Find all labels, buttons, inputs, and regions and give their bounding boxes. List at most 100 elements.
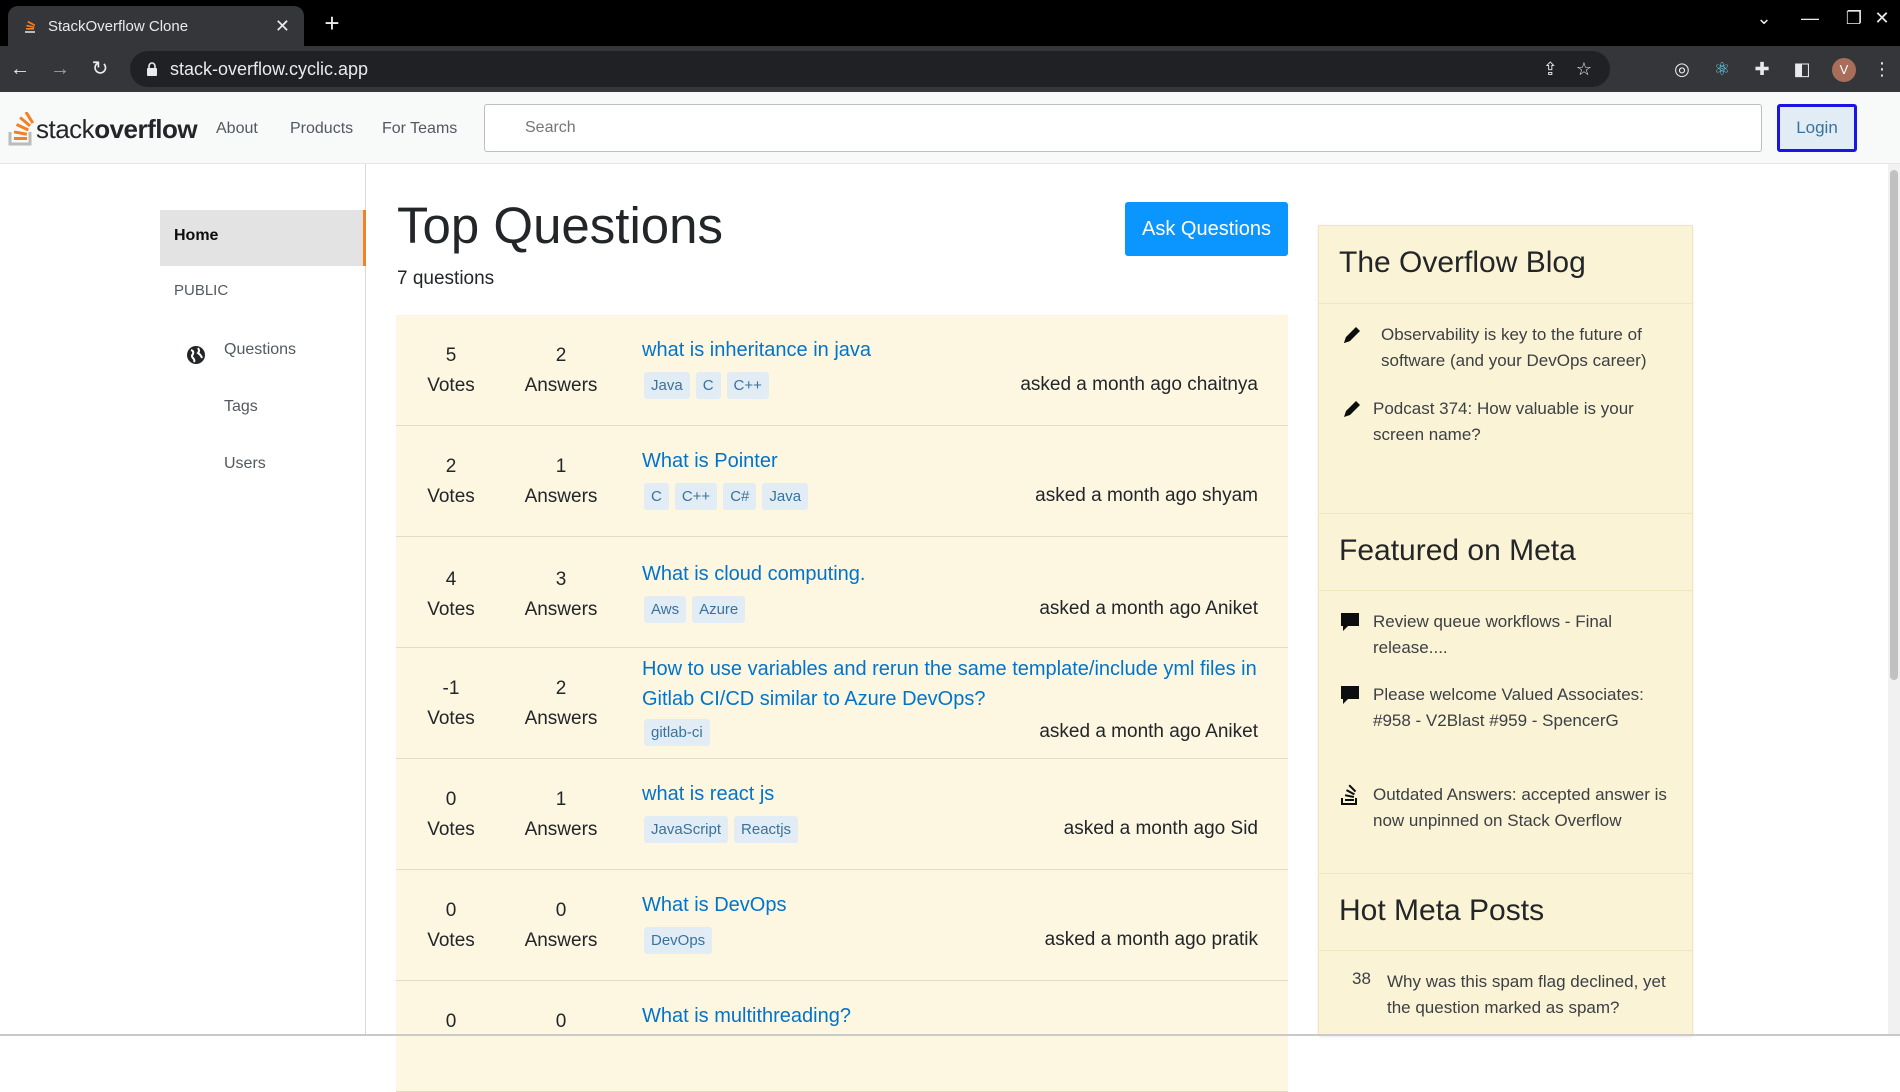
page-scrollbar[interactable]	[1888, 164, 1900, 1036]
answer-stat: 1 Answers	[506, 785, 616, 845]
url-text: stack-overflow.cyclic.app	[170, 58, 369, 79]
stack-exchange-icon	[1341, 784, 1357, 805]
tab-search-icon[interactable]: ⌄	[1744, 8, 1784, 29]
question-title-link[interactable]: What is Pointer	[642, 446, 1282, 476]
extensions-puzzle-icon[interactable]: ✚	[1750, 57, 1774, 81]
nav-for-teams[interactable]: For Teams	[382, 120, 457, 138]
tag-list: JavaScript Reactjs	[644, 816, 799, 843]
asked-info: asked a month ago Sid	[1063, 818, 1258, 839]
tag-list: Aws Azure	[644, 596, 746, 623]
lock-icon	[147, 62, 157, 76]
answer-stat: 2 Answers	[506, 341, 616, 401]
question-title-link[interactable]: what is react js	[642, 779, 1282, 809]
asked-info: asked a month ago Aniket	[1039, 721, 1258, 742]
browser-tab[interactable]: StackOverflow Clone ✕	[8, 6, 304, 46]
vote-count: 4	[445, 569, 457, 590]
vote-count: -1	[442, 678, 460, 699]
vote-label: Votes	[427, 930, 475, 951]
tag[interactable]: C	[644, 483, 669, 510]
answer-stat: 0	[506, 1007, 616, 1037]
tag[interactable]: Java	[644, 372, 690, 399]
question-title-link[interactable]: What is cloud computing.	[642, 559, 1282, 589]
blog-item[interactable]: Podcast 374: How valuable is your screen…	[1339, 396, 1679, 448]
minimize-icon[interactable]: —	[1790, 8, 1830, 29]
page-title: Top Questions	[397, 197, 724, 254]
answer-label: Answers	[524, 375, 598, 396]
hot-post-link[interactable]: Why was this spam flag declined, yet the…	[1387, 969, 1677, 1021]
question-title-link[interactable]: what is inheritance in java	[642, 335, 1282, 365]
sidebar-item-questions[interactable]: Questions	[224, 341, 296, 359]
nav-about[interactable]: About	[216, 120, 258, 138]
tag[interactable]: C#	[723, 483, 757, 510]
browser-toolbar: ← → ↻ stack-overflow.cyclic.app ⇪ ☆ ◎ ⚛ …	[0, 46, 1900, 92]
sidebar-item-tags[interactable]: Tags	[224, 398, 258, 416]
forward-arrow-icon[interactable]: →	[48, 57, 72, 81]
vote-count: 2	[445, 456, 457, 477]
question-row: 2 Votes 1 Answers What is Pointer C C++ …	[396, 426, 1288, 537]
vote-label: Votes	[427, 819, 475, 840]
asked-info: asked a month ago pratik	[1044, 929, 1258, 950]
answer-label: Answers	[524, 599, 598, 620]
tag-list: gitlab-ci	[644, 719, 710, 746]
tag[interactable]: DevOps	[644, 927, 713, 954]
reload-icon[interactable]: ↻	[88, 57, 112, 81]
tag[interactable]: C++	[674, 483, 718, 510]
sidebar-item-users[interactable]: Users	[224, 455, 266, 473]
pencil-icon	[1344, 327, 1360, 343]
login-button[interactable]: Login	[1777, 104, 1857, 152]
tag[interactable]: Reactjs	[734, 816, 799, 843]
scrollbar-thumb[interactable]	[1890, 170, 1898, 680]
vote-count: 5	[445, 345, 457, 366]
blog-item-text: Observability is key to the future of so…	[1381, 325, 1647, 370]
globe-icon	[187, 346, 205, 364]
vote-stat: 0 Votes	[396, 785, 506, 845]
answer-label: Answers	[524, 930, 598, 951]
logo-text-bold: overflow	[94, 113, 198, 144]
nav-products[interactable]: Products	[290, 120, 353, 138]
speech-bubble-icon	[1341, 686, 1359, 704]
vote-label: Votes	[427, 486, 475, 507]
new-tab-button[interactable]: +	[318, 10, 346, 38]
search-input[interactable]	[484, 104, 1762, 152]
tag[interactable]: C	[695, 372, 721, 399]
profile-avatar[interactable]: V	[1832, 58, 1856, 82]
tag[interactable]: JavaScript	[644, 816, 729, 843]
stackoverflow-logo-icon	[8, 112, 35, 146]
tag[interactable]: Aws	[644, 596, 687, 623]
meta-item[interactable]: Review queue workflows - Final release..…	[1339, 609, 1679, 661]
blog-item[interactable]: Observability is key to the future of so…	[1339, 322, 1679, 374]
close-tab-icon[interactable]: ✕	[275, 16, 290, 37]
answer-stat: 3 Answers	[506, 565, 616, 625]
meta-item[interactable]: Please welcome Valued Associates: #958 -…	[1339, 682, 1669, 734]
ask-question-button[interactable]: Ask Questions	[1125, 202, 1288, 256]
close-window-icon[interactable]: ✕	[1862, 8, 1900, 29]
tag[interactable]: Java	[762, 483, 809, 510]
question-title-link[interactable]: What is multithreading?	[642, 1001, 1282, 1031]
tag[interactable]: gitlab-ci	[644, 719, 710, 746]
vote-label: Votes	[427, 708, 475, 729]
answer-count: 0	[555, 1011, 567, 1032]
browser-menu-icon[interactable]: ⋮	[1870, 57, 1894, 81]
answer-stat: 2 Answers	[506, 674, 616, 734]
answer-label: Answers	[524, 486, 598, 507]
side-panel-icon[interactable]: ◧	[1790, 57, 1814, 81]
answer-count: 2	[555, 678, 567, 699]
share-icon[interactable]: ⇪	[1543, 59, 1558, 80]
meta-item[interactable]: Outdated Answers: accepted answer is now…	[1339, 782, 1679, 834]
answer-count: 1	[555, 456, 567, 477]
address-bar[interactable]: stack-overflow.cyclic.app ⇪ ☆	[130, 51, 1610, 87]
question-title-link[interactable]: How to use variables and rerun the same …	[642, 654, 1282, 714]
question-row: 0 Votes 0 Answers What is DevOps DevOps …	[396, 870, 1288, 981]
tag[interactable]: Azure	[692, 596, 746, 623]
vote-stat: 4 Votes	[396, 565, 506, 625]
sidebar-item-home[interactable]: Home	[160, 210, 366, 266]
bookmark-star-icon[interactable]: ☆	[1576, 59, 1592, 80]
tag[interactable]: C++	[726, 372, 769, 399]
back-arrow-icon[interactable]: ←	[8, 57, 32, 81]
site-logo[interactable]: stackoverflow	[8, 112, 198, 146]
tag-list: DevOps	[644, 927, 713, 954]
extension-target-icon[interactable]: ◎	[1670, 57, 1694, 81]
react-devtools-icon[interactable]: ⚛	[1710, 57, 1734, 81]
question-title-link[interactable]: What is DevOps	[642, 890, 1282, 920]
question-row: 0 Votes 1 Answers what is react js JavaS…	[396, 759, 1288, 870]
